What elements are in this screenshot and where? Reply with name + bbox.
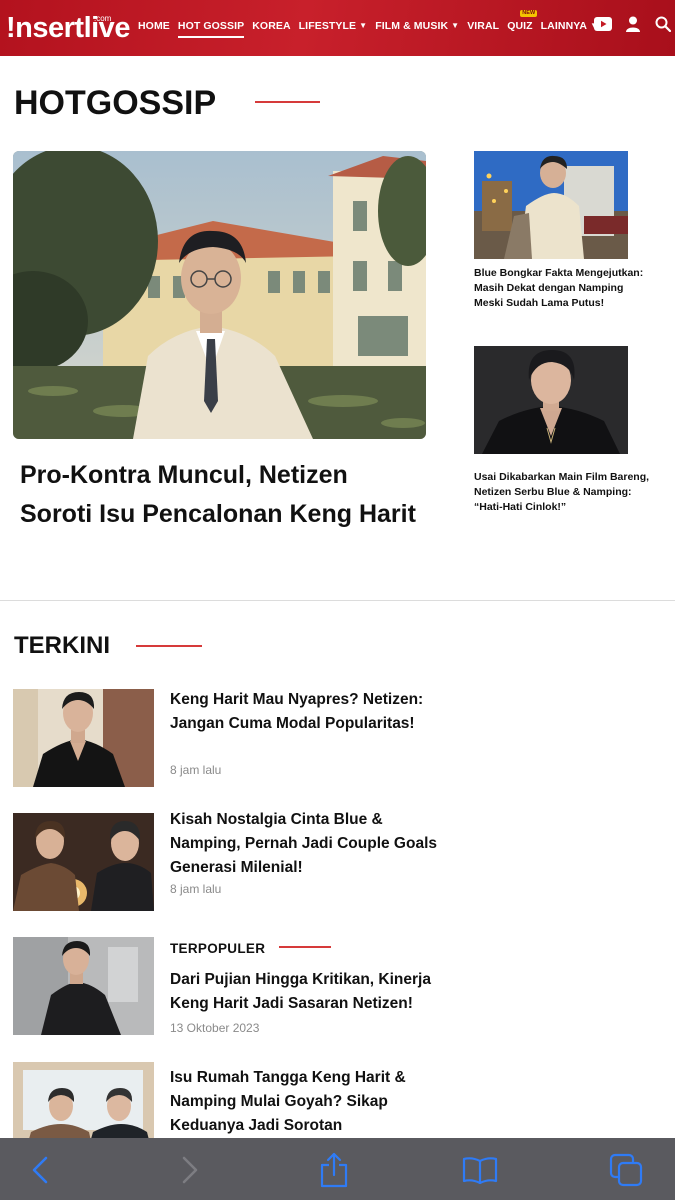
terpopuler-underline <box>279 946 331 948</box>
list-item-title[interactable]: Kisah Nostalgia Cinta Blue & Namping, Pe… <box>170 808 450 880</box>
nav-item-viral[interactable]: VIRAL <box>467 18 499 34</box>
site-header: !nsertlive .com HOME HOT GOSSIP KOREA LI… <box>0 0 675 56</box>
nav-item-label: LAINNYA <box>540 20 588 32</box>
list-item-image[interactable] <box>13 813 154 911</box>
side-article-title[interactable]: Usai Dikabarkan Main Film Bareng, Netize… <box>474 470 654 515</box>
side-photo <box>474 151 628 259</box>
new-badge: NEW <box>520 10 538 17</box>
nav-item-film-musik[interactable]: FILM & MUSIK ▼ <box>375 18 459 34</box>
list-item-image[interactable] <box>13 937 154 1035</box>
side-photo <box>474 346 628 454</box>
bookmarks-icon[interactable] <box>460 1150 500 1190</box>
list-item-time: 8 jam lalu <box>170 763 222 777</box>
user-icon[interactable] <box>623 14 643 34</box>
list-item-image[interactable] <box>13 689 154 787</box>
hero-article-image[interactable] <box>13 151 426 439</box>
section-title-underline <box>255 101 320 103</box>
section-title-terkini: TERKINI <box>14 632 110 659</box>
caret-down-icon: ▼ <box>451 21 460 30</box>
logo-suffix: .com <box>94 14 112 23</box>
caret-down-icon: ▼ <box>359 21 368 30</box>
browser-toolbar <box>0 1138 675 1200</box>
logo-text: !nsertlive <box>6 12 130 44</box>
list-item-time: 8 jam lalu <box>170 882 222 896</box>
youtube-icon[interactable] <box>593 14 613 34</box>
list-item-title[interactable]: Dari Pujian Hingga Kritikan, Kinerja Ken… <box>170 968 450 1016</box>
search-icon[interactable] <box>653 14 673 34</box>
list-item-title[interactable]: Isu Rumah Tangga Keng Harit & Namping Mu… <box>170 1066 450 1138</box>
side-article-image[interactable] <box>474 151 628 259</box>
hero-article-title[interactable]: Pro-Kontra Muncul, Netizen Soroti Isu Pe… <box>20 456 420 534</box>
nav-item-label: LIFESTYLE <box>298 20 357 32</box>
list-photo <box>13 937 154 1035</box>
section-divider <box>0 600 675 601</box>
nav-item-label: FILM & MUSIK <box>375 20 449 32</box>
nav-item-home[interactable]: HOME <box>138 18 170 34</box>
section-title-underline <box>136 645 202 647</box>
back-icon[interactable] <box>20 1150 60 1190</box>
nav-item-label: QUIZ <box>507 20 533 32</box>
nav-item-quiz[interactable]: QUIZ NEW <box>507 10 538 34</box>
tabs-icon[interactable] <box>606 1150 646 1190</box>
share-icon[interactable] <box>314 1150 354 1190</box>
list-item-time: 13 Oktober 2023 <box>170 1021 260 1035</box>
site-logo[interactable]: !nsertlive .com <box>6 8 130 48</box>
header-icons <box>593 14 673 34</box>
section-title-hotgossip: HOTGOSSIP <box>14 84 217 122</box>
side-article-image[interactable] <box>474 346 628 454</box>
hero-photo <box>13 151 426 439</box>
nav-item-lainnya[interactable]: LAINNYA▼ <box>541 18 598 34</box>
list-item-title[interactable]: Keng Harit Mau Nyapres? Netizen: Jangan … <box>170 688 450 736</box>
list-photo <box>13 813 154 911</box>
forward-icon[interactable] <box>170 1150 210 1190</box>
main-nav: HOME HOT GOSSIP KOREA LIFESTYLE ▼ FILM & … <box>138 10 606 38</box>
nav-item-korea[interactable]: KOREA <box>252 18 290 34</box>
list-photo <box>13 689 154 787</box>
nav-item-lifestyle[interactable]: LIFESTYLE ▼ <box>299 18 368 34</box>
nav-item-hot-gossip[interactable]: HOT GOSSIP <box>177 18 245 38</box>
side-article-title[interactable]: Blue Bongkar Fakta Mengejutkan: Masih De… <box>474 266 654 311</box>
terpopuler-label: TERPOPULER <box>170 941 266 956</box>
